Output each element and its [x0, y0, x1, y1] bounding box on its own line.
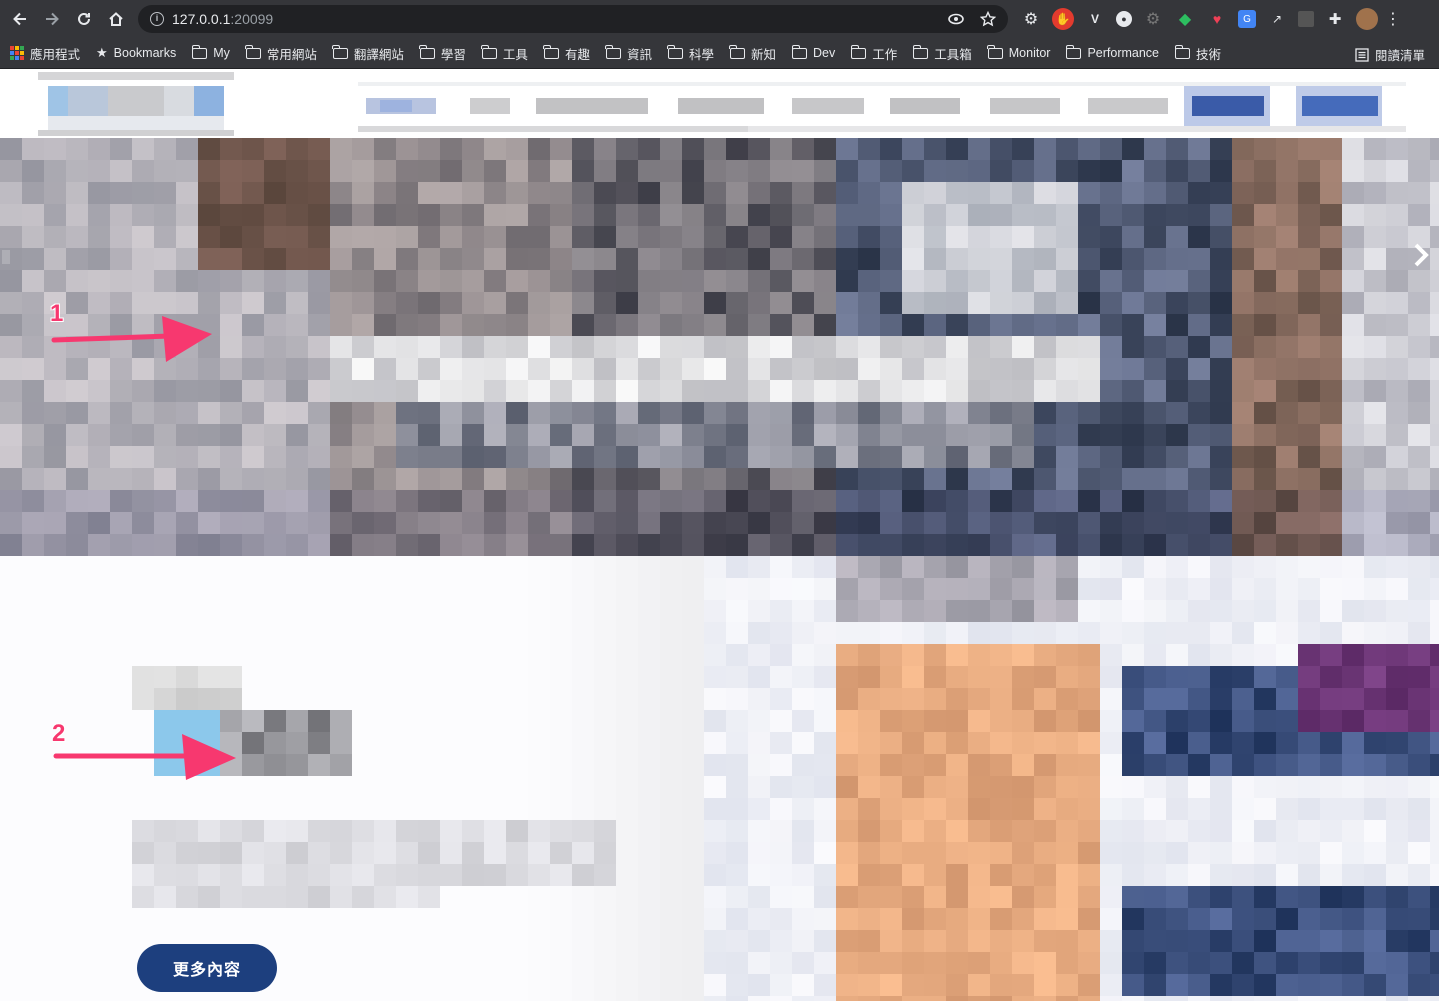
url-host: 127.0.0.1: [172, 11, 231, 27]
evernote-icon[interactable]: ◆: [1174, 8, 1196, 30]
bookmarks-bar: 應用程式 ★ Bookmarks My 常用網站 翻譯網站 學習 工具 有趣 資訊 科學 新知 Dev 工…: [0, 38, 1439, 69]
home-icon: [109, 12, 123, 26]
bookmark-label: 科學: [688, 47, 714, 62]
home-button[interactable]: [100, 3, 132, 35]
bookmark-item[interactable]: 應用程式: [10, 44, 80, 63]
bookmark-label: 工具: [502, 47, 528, 62]
circle-extension-icon[interactable]: ●: [1116, 11, 1132, 27]
folder-icon: [191, 44, 208, 59]
bookmark-label: 常用網站: [266, 47, 317, 62]
browser-toolbar: i 127.0.0.1:20099 ⚙ ✋ V ● ⚙ ◆ ♥ G ↗ ✚ ⋮: [0, 0, 1439, 38]
cursor-extension-icon[interactable]: ↗: [1266, 8, 1288, 30]
back-button[interactable]: [4, 3, 36, 35]
bookmark-label: 翻譯網站: [353, 47, 404, 62]
logo-pixelated: [38, 72, 234, 136]
folder-icon: [791, 44, 807, 59]
bookmark-item[interactable]: 工具: [481, 44, 528, 63]
bookmark-label: 資訊: [626, 47, 652, 62]
bookmark-label: My: [213, 46, 230, 60]
reading-list-icon: [1355, 47, 1369, 62]
bookmark-item[interactable]: ★ Bookmarks: [96, 45, 176, 61]
eye-icon[interactable]: [948, 11, 964, 27]
folder-icon: [1174, 44, 1191, 59]
bookmark-label: Monitor: [1008, 46, 1051, 60]
bookmark-label: 學習: [440, 47, 466, 62]
vue-devtools-icon[interactable]: V: [1084, 8, 1106, 30]
screen-extension-icon[interactable]: [1298, 11, 1314, 27]
carousel-prev-button[interactable]: [2, 250, 10, 264]
bookmark-item[interactable]: 常用網站: [245, 44, 317, 63]
puzzle-extensions-icon[interactable]: ✚: [1324, 8, 1346, 30]
reload-button[interactable]: [68, 3, 100, 35]
chevron-right-icon: [1414, 243, 1429, 267]
apps-grid-icon: [10, 46, 24, 60]
site-navigation[interactable]: [358, 82, 1406, 134]
bookmark-item[interactable]: 資訊: [605, 44, 652, 63]
bookmark-item[interactable]: 翻譯網站: [332, 44, 404, 63]
navigation-pixelated: [358, 82, 1406, 132]
bookmark-item[interactable]: Performance: [1065, 44, 1160, 60]
bookmark-label: Dev: [813, 46, 836, 60]
bookmark-label: 新知: [750, 47, 776, 62]
bookmark-item[interactable]: 新知: [729, 44, 776, 63]
site-logo[interactable]: [38, 72, 234, 136]
bookmark-item[interactable]: 工具箱: [912, 44, 972, 63]
folder-icon: [543, 44, 559, 59]
bookmark-label: 工作: [872, 47, 898, 62]
bookmark-item[interactable]: 科學: [667, 44, 714, 63]
reading-list-button[interactable]: 閱讀清單: [1355, 45, 1425, 64]
folder-icon: [245, 44, 261, 59]
star-icon: ★: [96, 45, 108, 60]
bookmark-item[interactable]: 技術: [1174, 44, 1222, 63]
bookmark-item[interactable]: 有趣: [543, 44, 590, 63]
reload-icon: [78, 12, 90, 25]
translate-icon[interactable]: G: [1238, 10, 1256, 28]
bookmark-label: 工具箱: [934, 47, 972, 62]
folder-icon: [729, 44, 745, 59]
pocket-icon[interactable]: ♥: [1206, 8, 1228, 30]
bookmark-item[interactable]: 工作: [850, 44, 898, 63]
extensions-area: ⚙ ✋ V ● ⚙ ◆ ♥ G ↗ ✚ ⋮: [1020, 8, 1401, 30]
bookmark-label: 有趣: [564, 47, 590, 62]
site-info-icon[interactable]: i: [150, 12, 164, 26]
bookmark-label: 應用程式: [30, 47, 81, 62]
bookmark-star-icon[interactable]: [980, 11, 996, 27]
menu-kebab-icon[interactable]: ⋮: [1385, 8, 1401, 30]
settings-extension-icon[interactable]: ⚙: [1142, 8, 1164, 30]
gear-extension-icon[interactable]: ⚙: [1020, 8, 1042, 30]
annotation-arrow-1-icon: [51, 316, 212, 362]
url-port: :20099: [230, 11, 274, 27]
bookmark-item[interactable]: My: [191, 44, 230, 60]
adblock-icon[interactable]: ✋: [1052, 8, 1074, 30]
folder-icon: [419, 44, 435, 59]
annotation-arrow-2-icon: [53, 734, 236, 780]
address-bar[interactable]: i 127.0.0.1:20099: [138, 5, 1008, 33]
bookmark-label: Bookmarks: [113, 46, 177, 60]
bookmark-item[interactable]: 學習: [419, 44, 466, 63]
bookmark-item[interactable]: Dev: [791, 44, 836, 60]
more-content-button[interactable]: 更多內容: [137, 944, 277, 992]
bookmark-item[interactable]: Monitor: [987, 44, 1051, 60]
folder-icon: [1065, 44, 1082, 59]
bookmark-label: 技術: [1196, 47, 1222, 62]
site-header: [0, 70, 1439, 138]
folder-icon: [667, 44, 683, 59]
folder-icon: [850, 44, 867, 59]
folder-icon: [987, 44, 1003, 59]
carousel-next-button[interactable]: [1413, 242, 1429, 268]
forward-button[interactable]: [36, 3, 68, 35]
back-arrow-icon: [13, 12, 26, 26]
profile-avatar[interactable]: [1356, 8, 1378, 30]
folder-icon: [481, 44, 497, 59]
forward-arrow-icon: [46, 12, 59, 26]
folder-icon: [605, 44, 621, 59]
reading-list-label: 閱讀清單: [1374, 49, 1425, 63]
bookmark-label: Performance: [1087, 46, 1160, 60]
folder-icon: [332, 44, 348, 59]
folder-icon: [912, 44, 929, 59]
